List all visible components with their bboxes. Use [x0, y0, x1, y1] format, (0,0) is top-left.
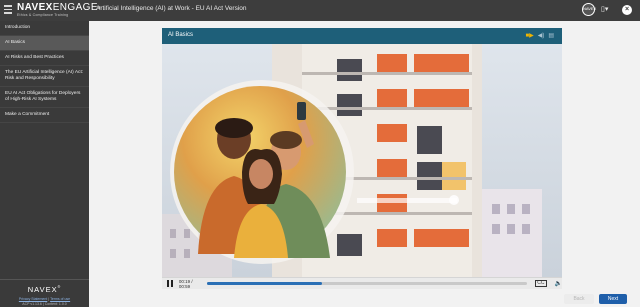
- user-avatar[interactable]: NAVEX: [582, 3, 596, 16]
- slide-header: AI Basics ■▶ ◀) ▤: [162, 28, 562, 44]
- version-text: ACP v1.13.6 | Content: 1.0.0: [22, 302, 67, 306]
- privacy-link[interactable]: Privacy Statement: [19, 297, 47, 301]
- friends-selfie-illustration: [162, 44, 562, 288]
- sidebar-item-eu-ai-act-obligations[interactable]: EU AI Act Obligations for Deployers of H…: [0, 87, 89, 108]
- navex-engage-logo: NAVEXENGAGE® Ethics & Compliance Trainin…: [17, 2, 102, 17]
- slide-title: AI Basics: [168, 32, 194, 38]
- playback-time: 00:19 / 00:59: [178, 278, 193, 289]
- volume-icon[interactable]: ◀): [538, 32, 545, 40]
- sidebar: Introduction AI Basics AI Risks and Best…: [0, 21, 89, 307]
- progress-fill: [206, 282, 323, 285]
- navex-footer-logo: NAVEX®: [27, 285, 62, 294]
- terms-link[interactable]: Terms of use: [50, 297, 70, 301]
- menu-icon[interactable]: [4, 5, 12, 15]
- main-content: AI Basics ■▶ ◀) ▤ 00:19 / 00:59 CC 🔈 Bac…: [89, 21, 640, 307]
- closed-captions-icon[interactable]: CC: [535, 280, 547, 287]
- speaker-icon[interactable]: 🔈: [555, 280, 562, 287]
- sidebar-footer: NAVEX® Privacy Statement | Terms of use …: [0, 279, 89, 307]
- sidebar-item-make-commitment[interactable]: Make a Commitment: [0, 108, 89, 123]
- next-button[interactable]: Next: [599, 294, 627, 304]
- pause-icon[interactable]: [167, 280, 174, 287]
- slide-illustration: [162, 44, 562, 288]
- sidebar-item-ai-basics[interactable]: AI Basics: [0, 36, 89, 51]
- progress-track[interactable]: [206, 282, 528, 285]
- top-bar: NAVEXENGAGE® Ethics & Compliance Trainin…: [0, 0, 640, 21]
- video-camera-icon[interactable]: ■▶: [525, 32, 533, 40]
- sidebar-item-introduction[interactable]: Introduction: [0, 21, 89, 36]
- document-menu-icon[interactable]: ▯▾: [601, 5, 616, 15]
- sidebar-item-ai-risks[interactable]: AI Risks and Best Practices: [0, 51, 89, 66]
- close-icon[interactable]: ×: [622, 4, 632, 15]
- sidebar-item-eu-ai-act-risk[interactable]: The EU Artificial Intelligence (AI) Act:…: [0, 66, 89, 87]
- captions-icon[interactable]: ▤: [548, 32, 554, 40]
- back-button[interactable]: Back: [564, 294, 594, 304]
- media-player-bar: 00:19 / 00:59 CC 🔈: [162, 277, 562, 289]
- course-title: Artificial Intelligence (AI) at Work - E…: [96, 5, 247, 12]
